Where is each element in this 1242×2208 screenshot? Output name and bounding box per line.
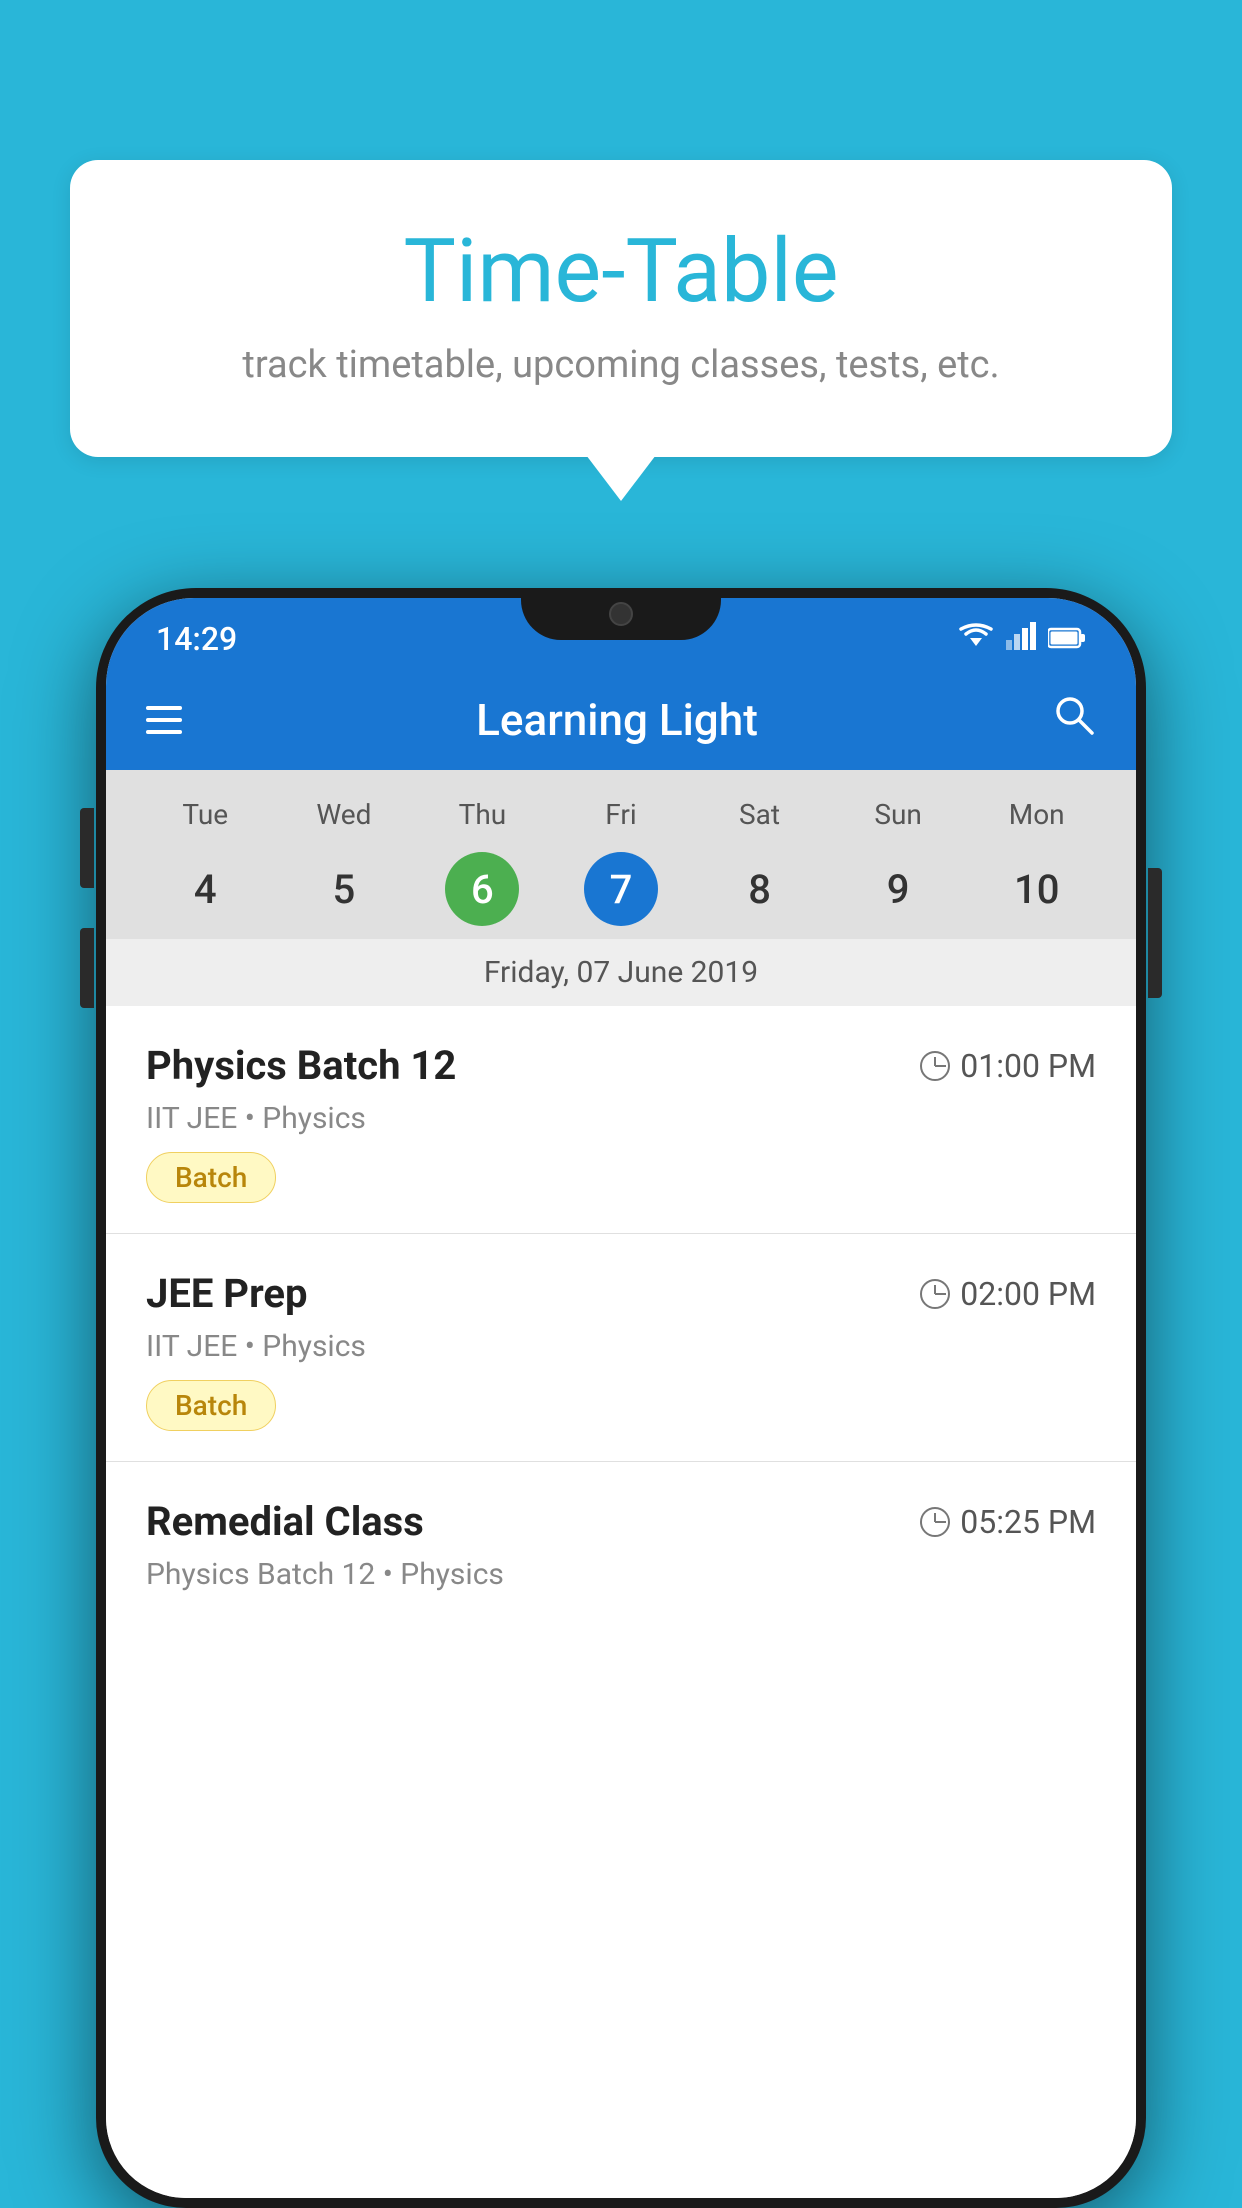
search-icon[interactable] [1052,693,1096,748]
side-button-right [1148,868,1162,998]
calendar-day-5[interactable]: 5 [275,849,414,929]
calendar-day-9[interactable]: 9 [829,849,968,929]
hamburger-menu-icon[interactable] [146,706,182,734]
phone-screen: 14:29 [106,598,1136,2198]
tooltip-subtitle: track timetable, upcoming classes, tests… [150,343,1092,387]
schedule-item-2-title: JEE Prep [146,1270,307,1317]
schedule-item-2-time: 02:00 PM [920,1275,1096,1313]
calendar-day-10[interactable]: 10 [967,849,1106,929]
tooltip-card: Time-Table track timetable, upcoming cla… [70,160,1172,457]
calendar-section: Tue Wed Thu Fri Sat Sun Mon 4 5 6 7 8 9 … [106,770,1136,939]
day-headers: Tue Wed Thu Fri Sat Sun Mon [136,790,1106,839]
schedule-item-3-header: Remedial Class 05:25 PM [146,1498,1096,1545]
calendar-day-6-today[interactable]: 6 [445,852,519,926]
schedule-item-1-time: 01:00 PM [920,1047,1096,1085]
app-bar: Learning Light [106,670,1136,770]
schedule-item-1-header: Physics Batch 12 01:00 PM [146,1042,1096,1089]
signal-icon [1006,622,1036,657]
wifi-icon [958,622,994,657]
calendar-day-8[interactable]: 8 [690,849,829,929]
status-icons [958,622,1086,657]
side-button-left-2 [80,928,94,1008]
day-header-thu: Thu [413,790,552,839]
calendar-day-4[interactable]: 4 [136,849,275,929]
day-header-sun: Sun [829,790,968,839]
schedule-item-2-header: JEE Prep 02:00 PM [146,1270,1096,1317]
schedule-item-1[interactable]: Physics Batch 12 01:00 PM IIT JEE • Phys… [106,1006,1136,1234]
schedule-item-2-tag: Batch [146,1380,276,1431]
day-header-mon: Mon [967,790,1106,839]
calendar-date-label: Friday, 07 June 2019 [106,939,1136,1006]
app-title: Learning Light [212,694,1022,746]
side-button-left-1 [80,808,94,888]
phone-outer: 14:29 [96,588,1146,2208]
calendar-day-7-selected[interactable]: 7 [584,852,658,926]
phone-notch [521,588,721,640]
schedule-item-3[interactable]: Remedial Class 05:25 PM Physics Batch 12… [106,1462,1136,1618]
clock-icon-2 [920,1279,950,1309]
schedule-item-2-sub: IIT JEE • Physics [146,1329,1096,1364]
phone-camera [609,602,633,626]
day-numbers: 4 5 6 7 8 9 10 [136,849,1106,929]
schedule-item-3-time: 05:25 PM [920,1503,1096,1541]
schedule-item-1-title: Physics Batch 12 [146,1042,456,1089]
schedule-item-2-time-text: 02:00 PM [960,1275,1096,1313]
battery-icon [1048,623,1086,656]
clock-icon-1 [920,1051,950,1081]
clock-icon-3 [920,1507,950,1537]
schedule-item-2[interactable]: JEE Prep 02:00 PM IIT JEE • Physics Batc… [106,1234,1136,1462]
schedule-item-3-time-text: 05:25 PM [960,1503,1096,1541]
tooltip-title: Time-Table [150,220,1092,323]
schedule-item-1-time-text: 01:00 PM [960,1047,1096,1085]
schedule-list: Physics Batch 12 01:00 PM IIT JEE • Phys… [106,1006,1136,2198]
status-time: 14:29 [156,620,237,658]
schedule-item-3-title: Remedial Class [146,1498,424,1545]
phone-frame: 14:29 [96,588,1146,2208]
schedule-item-1-tag: Batch [146,1152,276,1203]
day-header-tue: Tue [136,790,275,839]
day-header-wed: Wed [275,790,414,839]
day-header-fri: Fri [552,790,691,839]
schedule-item-3-sub: Physics Batch 12 • Physics [146,1557,1096,1592]
schedule-item-1-sub: IIT JEE • Physics [146,1101,1096,1136]
day-header-sat: Sat [690,790,829,839]
